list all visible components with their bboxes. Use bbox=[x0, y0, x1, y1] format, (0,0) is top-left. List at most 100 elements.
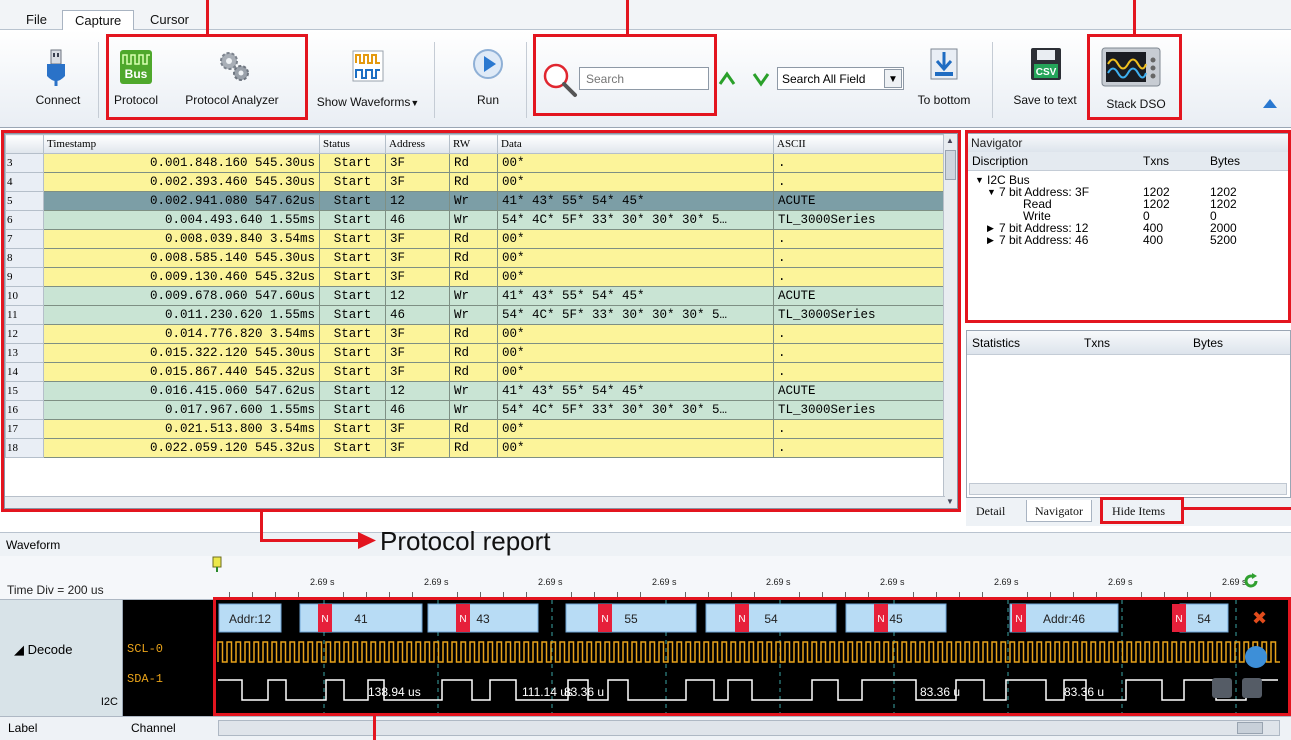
ascii-cell: TL_3000Series bbox=[773, 210, 946, 230]
table-row[interactable]: 14 0.015.867.440 545.32us Start 3F Rd 00*. bbox=[5, 362, 946, 382]
save-to-text-button[interactable]: CSV Save to text bbox=[1006, 30, 1084, 128]
table-row[interactable]: 17 0.021.513.800 3.54ms Start 3F Rd 00*. bbox=[5, 419, 946, 439]
rw-cell: Rd bbox=[449, 343, 498, 363]
navigator-header-txns[interactable]: Txns bbox=[1143, 152, 1169, 171]
connect-button[interactable]: Connect bbox=[24, 30, 92, 128]
decode-segment-label: Addr:46 bbox=[1043, 612, 1085, 626]
menu-tab-capture[interactable]: Capture bbox=[62, 10, 135, 31]
table-row[interactable]: 4 0.002.393.460 545.30us Start 3F Rd 00*. bbox=[5, 172, 946, 192]
ascii-cell: . bbox=[773, 419, 946, 439]
scroll-down-icon[interactable]: ▼ bbox=[946, 497, 954, 506]
table-row[interactable]: 13 0.015.322.120 545.30us Start 3F Rd 00*. bbox=[5, 343, 946, 363]
table-row[interactable]: 12 0.014.776.820 3.54ms Start 3F Rd 00*. bbox=[5, 324, 946, 344]
channel-label-sda[interactable]: SDA-1 bbox=[127, 672, 163, 686]
statistics-header-txns[interactable]: Txns bbox=[1084, 331, 1110, 355]
row-number: 18 bbox=[5, 438, 44, 458]
save-to-text-label: Save to text bbox=[1013, 93, 1077, 107]
collapsed-arrow-icon[interactable]: ▶ bbox=[987, 234, 994, 246]
gears-icon bbox=[220, 52, 249, 81]
to-bottom-button[interactable]: To bottom bbox=[912, 30, 976, 128]
timestamp-cell: 0.015.867.440 545.32us bbox=[43, 362, 320, 382]
waveform-horizontal-scrollbar[interactable] bbox=[218, 720, 1280, 736]
navigator-tree-item[interactable]: Read 1202 1202 bbox=[967, 198, 1290, 210]
expand-triangle-icon[interactable]: ◢ bbox=[14, 642, 24, 657]
search-up-icon[interactable] bbox=[718, 70, 736, 88]
statistics-horizontal-scrollbar[interactable] bbox=[969, 483, 1287, 495]
collapsed-arrow-icon[interactable]: ▶ bbox=[987, 222, 994, 234]
stack-dso-button[interactable]: Stack DSO bbox=[1094, 30, 1178, 128]
navigator-tree-item[interactable]: ▼ 7 bit Address: 3F 1202 1202 bbox=[967, 186, 1290, 198]
table-row[interactable]: 16 0.017.967.600 1.55ms Start 46 Wr 54* 4C* 5… bbox=[5, 400, 946, 420]
scroll-up-icon[interactable]: ▲ bbox=[946, 136, 954, 145]
nack-label: N bbox=[738, 614, 745, 625]
table-row[interactable]: 6 0.004.493.640 1.55ms Start 46 Wr 54* 4C* 5F… bbox=[5, 210, 946, 230]
data-cell: 00* bbox=[497, 362, 774, 382]
navigator-header-description[interactable]: Discription bbox=[972, 152, 1028, 171]
search-down-icon[interactable] bbox=[752, 70, 770, 88]
table-row[interactable]: 7 0.008.039.840 3.54ms Start 3F Rd 00*. bbox=[5, 229, 946, 249]
decode-label-cell[interactable]: ◢ Decode I2C bbox=[0, 600, 123, 716]
row-number: 11 bbox=[5, 305, 44, 325]
navigator-tree-item[interactable]: ▶ 7 bit Address: 46 400 5200 bbox=[967, 234, 1290, 246]
table-row[interactable]: 18 0.022.059.120 545.32us Start 3F Rd 00*. bbox=[5, 438, 946, 458]
table-vertical-scrollbar[interactable]: ▲ ▼ bbox=[943, 134, 957, 508]
column-header-ascii[interactable]: ASCII bbox=[773, 134, 946, 154]
protocol-button[interactable]: Bus Protocol bbox=[108, 30, 164, 128]
ruler-minor-tick bbox=[913, 592, 914, 600]
address-cell: 3F bbox=[385, 362, 450, 382]
oscilloscope-icon bbox=[1101, 47, 1161, 87]
protocol-analyzer-button[interactable]: Protocol Analyzer bbox=[170, 30, 294, 128]
column-header-data[interactable]: Data bbox=[497, 134, 774, 154]
waveform-display[interactable]: Addr:12 41 43 55 54 45 Addr:46 54 N N N N N N N ✖ 138.94… bbox=[216, 600, 1291, 716]
menu-tab-cursor[interactable]: Cursor bbox=[138, 10, 201, 31]
tab-navigator[interactable]: Navigator bbox=[1026, 500, 1092, 522]
column-header-timestamp[interactable]: Timestamp bbox=[43, 134, 320, 154]
search-input[interactable] bbox=[579, 67, 709, 90]
table-row[interactable]: 3 0.001.848.160 545.30us Start 3F Rd 00*. bbox=[5, 153, 946, 173]
refresh-icon[interactable] bbox=[1242, 572, 1260, 590]
ascii-cell: . bbox=[773, 438, 946, 458]
table-row[interactable]: 5 0.002.941.080 547.62us Start 12 Wr 41* 43* … bbox=[5, 191, 946, 211]
statistics-header-label[interactable]: Statistics bbox=[972, 331, 1020, 355]
ruler-minor-tick bbox=[868, 592, 869, 600]
navigator-header-bytes[interactable]: Bytes bbox=[1210, 152, 1240, 171]
menu-tab-file[interactable]: File bbox=[14, 10, 59, 31]
waveform-titlebar: Waveform bbox=[0, 532, 1291, 556]
row-number: 15 bbox=[5, 381, 44, 401]
run-button[interactable]: Run bbox=[460, 30, 516, 128]
address-cell: 3F bbox=[385, 343, 450, 363]
timestamp-cell: 0.011.230.620 1.55ms bbox=[43, 305, 320, 325]
expanded-arrow-icon[interactable]: ▼ bbox=[975, 174, 984, 186]
show-waveforms-button[interactable]: Show Waveforms▼ bbox=[312, 30, 424, 128]
ruler-minor-tick bbox=[982, 592, 983, 600]
status-cell: Start bbox=[319, 343, 386, 363]
tab-hide-items[interactable]: Hide Items bbox=[1104, 500, 1173, 522]
show-waveforms-label: Show Waveforms▼ bbox=[312, 95, 424, 109]
table-row[interactable]: 8 0.008.585.140 545.30us Start 3F Rd 00*. bbox=[5, 248, 946, 268]
statistics-header-bytes[interactable]: Bytes bbox=[1193, 331, 1223, 355]
floppy-csv-icon: CSV bbox=[1031, 48, 1061, 80]
timestamp-cell: 0.008.039.840 3.54ms bbox=[43, 229, 320, 249]
expanded-arrow-icon[interactable]: ▼ bbox=[987, 186, 996, 198]
column-header-status[interactable]: Status bbox=[319, 134, 386, 154]
chevron-down-icon: ▼ bbox=[884, 69, 902, 88]
table-row[interactable]: 11 0.011.230.620 1.55ms Start 46 Wr 54* 4C* 5… bbox=[5, 305, 946, 325]
table-row[interactable]: 9 0.009.130.460 545.32us Start 3F Rd 00*. bbox=[5, 267, 946, 287]
table-horizontal-scrollbar[interactable] bbox=[5, 496, 945, 508]
column-header-address[interactable]: Address bbox=[385, 134, 450, 154]
waveform-scrollbar-thumb[interactable] bbox=[1237, 722, 1263, 734]
trigger-marker-icon[interactable] bbox=[210, 556, 224, 572]
channel-label-scl[interactable]: SCL-0 bbox=[127, 642, 163, 656]
collapse-ribbon-icon[interactable] bbox=[1262, 97, 1278, 109]
table-row[interactable]: 10 0.009.678.060 547.60us Start 12 Wr 41* 43*… bbox=[5, 286, 946, 306]
status-cell: Start bbox=[319, 153, 386, 173]
channel-column-header[interactable]: Channel bbox=[131, 721, 176, 735]
play-icon bbox=[473, 49, 503, 79]
search-field-select[interactable]: Search All Field ▼ bbox=[777, 67, 904, 90]
tab-detail[interactable]: Detail bbox=[968, 500, 1013, 522]
label-column-header[interactable]: Label bbox=[8, 721, 37, 735]
scrollbar-thumb[interactable] bbox=[945, 150, 956, 180]
column-header-rw[interactable]: RW bbox=[449, 134, 498, 154]
ruler-minor-tick bbox=[1164, 592, 1165, 600]
table-row[interactable]: 15 0.016.415.060 547.62us Start 12 Wr 41* 43*… bbox=[5, 381, 946, 401]
